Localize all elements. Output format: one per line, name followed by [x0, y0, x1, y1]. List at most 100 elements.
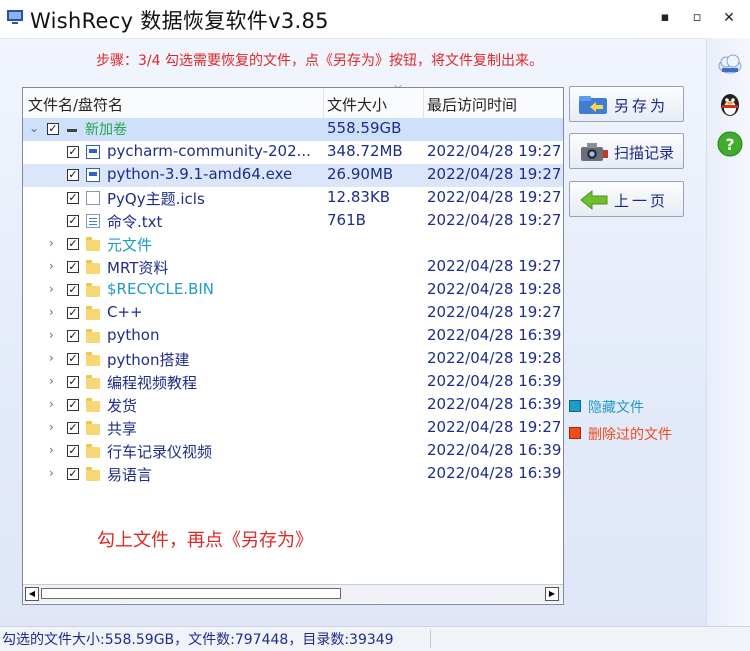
row-name: 共享 [107, 420, 138, 438]
folder-icon [86, 329, 100, 343]
column-separator[interactable] [323, 88, 324, 118]
exe-icon [86, 145, 100, 159]
sort-indicator-icon: ﹀ [394, 85, 402, 94]
exe-icon [86, 168, 100, 182]
row-checkbox[interactable]: ✓ [47, 123, 59, 135]
column-size-header[interactable]: 文件大小 [327, 94, 387, 115]
expand-chevron-icon[interactable]: › [49, 420, 54, 434]
row-name: pycharm-community-202... [107, 142, 311, 160]
tree-row[interactable]: ✓ 命令.txt 761B 2022/04/28 19:27: [23, 210, 563, 233]
previous-page-button[interactable]: 上一页 [569, 181, 684, 217]
tree-row[interactable]: › ✓ 共享 2022/04/28 19:27: [23, 417, 563, 440]
step-instruction: 步骤：3/4 勾选需要恢复的文件，点《另存为》按钮，将文件复制出来。 [96, 53, 543, 69]
row-checkbox[interactable]: ✓ [67, 238, 79, 250]
collapse-chevron-icon[interactable]: ⌄ [29, 121, 39, 135]
folder-icon [86, 260, 100, 274]
row-checkbox[interactable]: ✓ [67, 376, 79, 388]
column-name-header[interactable]: 文件名/盘符名 [28, 94, 123, 115]
file-icon [86, 191, 100, 205]
row-checkbox[interactable]: ✓ [67, 422, 79, 434]
folder-icon [86, 398, 100, 412]
scroll-left-arrow-icon[interactable]: ◀ [25, 587, 39, 601]
row-checkbox[interactable]: ✓ [67, 330, 79, 342]
legend-label: 删除过的文件 [588, 427, 672, 443]
row-name: python搭建 [107, 351, 190, 369]
tree-row[interactable]: › ✓ 易语言 2022/04/28 16:39: [23, 463, 563, 486]
expand-chevron-icon[interactable]: › [49, 282, 54, 296]
row-time: 2022/04/28 16:39: [427, 441, 561, 459]
scrollbar-thumb[interactable] [41, 588, 341, 599]
expand-chevron-icon[interactable]: › [49, 443, 54, 457]
previous-page-label: 上一页 [614, 192, 669, 210]
hint-text: 勾上文件，再点《另存为》 [97, 530, 313, 551]
qq-penguin-icon[interactable] [716, 90, 744, 118]
row-name: python [107, 326, 160, 344]
expand-chevron-icon[interactable]: › [49, 259, 54, 273]
column-header: 文件名/盘符名 文件大小 ﹀ 最后访问时间 [23, 85, 563, 119]
expand-chevron-icon[interactable]: › [49, 374, 54, 388]
tree-row[interactable]: › ✓ 编程视频教程 2022/04/28 16:39: [23, 371, 563, 394]
expand-chevron-icon[interactable]: › [49, 236, 54, 250]
row-checkbox[interactable]: ✓ [67, 215, 79, 227]
row-name: 易语言 [107, 466, 153, 484]
tree-row[interactable]: › ✓ python 2022/04/28 16:39: [23, 325, 563, 348]
selection-summary: 勾选的文件大小:558.59GB，文件数:797448，目录数:39349 [2, 632, 394, 648]
tree-row[interactable]: ✓ pycharm-community-202... 348.72MB 2022… [23, 141, 563, 164]
svg-text:?: ? [725, 135, 734, 154]
row-checkbox[interactable]: ✓ [67, 468, 79, 480]
expand-chevron-icon[interactable]: › [49, 397, 54, 411]
row-checkbox[interactable]: ✓ [67, 146, 79, 158]
folder-icon [86, 352, 100, 366]
tree-row-volume[interactable]: ⌄ ✓ 新加卷 558.59GB [23, 118, 563, 141]
row-checkbox[interactable]: ✓ [67, 192, 79, 204]
save-as-button[interactable]: 另存为 [569, 86, 684, 122]
tree-row[interactable]: › ✓ C++ 2022/04/28 19:27: [23, 302, 563, 325]
row-checkbox[interactable]: ✓ [67, 399, 79, 411]
tree-row[interactable]: ✓ PyQy主题.icls 12.83KB 2022/04/28 19:27: [23, 187, 563, 210]
row-name: 命令.txt [107, 213, 163, 231]
folder-icon [86, 306, 100, 320]
tree-row[interactable]: › ✓ $RECYCLE.BIN 2022/04/28 19:28: [23, 279, 563, 302]
help-icon[interactable]: ? [716, 130, 744, 158]
expand-chevron-icon[interactable]: › [49, 328, 54, 342]
row-name: 发货 [107, 397, 138, 415]
title-bar: WishRecy 数据恢复软件v3.85 ▪ ▫ ✕ [0, 0, 750, 39]
row-checkbox[interactable]: ✓ [67, 353, 79, 365]
row-checkbox[interactable]: ✓ [67, 284, 79, 296]
text-file-icon [86, 214, 100, 228]
scroll-right-arrow-icon[interactable]: ▶ [545, 587, 559, 601]
column-time-header[interactable]: 最后访问时间 [427, 94, 517, 115]
row-time: 2022/04/28 19:27: [427, 142, 561, 160]
scan-records-button[interactable]: 扫描记录 [569, 133, 684, 169]
close-button[interactable]: ✕ [719, 8, 739, 28]
minimize-button[interactable]: ▪ [655, 8, 675, 28]
tree-row[interactable]: › ✓ 发货 2022/04/28 16:39: [23, 394, 563, 417]
expand-chevron-icon[interactable]: › [49, 351, 54, 365]
expand-chevron-icon[interactable]: › [49, 305, 54, 319]
row-time: 2022/04/28 19:28: [427, 280, 561, 298]
expand-chevron-icon[interactable]: › [49, 466, 54, 480]
tree-row[interactable]: › ✓ 行车记录仪视频 2022/04/28 16:39: [23, 440, 563, 463]
row-time: 2022/04/28 16:39: [427, 395, 561, 413]
row-name: C++ [107, 303, 143, 321]
row-checkbox[interactable]: ✓ [67, 307, 79, 319]
row-size: 348.72MB [327, 142, 403, 160]
hidden-color-swatch [569, 400, 581, 412]
cloud-icon[interactable] [716, 50, 744, 78]
row-name: 新加卷 [85, 122, 127, 138]
folder-icon [86, 421, 100, 435]
folder-icon [86, 283, 100, 297]
tree-row[interactable]: ✓ python-3.9.1-amd64.exe 26.90MB 2022/04… [23, 164, 563, 187]
row-checkbox[interactable]: ✓ [67, 445, 79, 457]
camera-icon [581, 143, 608, 161]
row-checkbox[interactable]: ✓ [67, 261, 79, 273]
tree-row[interactable]: › ✓ python搭建 2022/04/28 19:28: [23, 348, 563, 371]
column-separator[interactable] [423, 88, 424, 118]
row-time: 2022/04/28 19:27: [427, 418, 561, 436]
row-checkbox[interactable]: ✓ [67, 169, 79, 181]
horizontal-scrollbar[interactable]: ◀ ▶ [23, 584, 563, 603]
tree-row[interactable]: › ✓ MRT资料 2022/04/28 19:27: [23, 256, 563, 279]
tree-row[interactable]: › ✓ 元文件 [23, 233, 563, 256]
row-time: 2022/04/28 16:39: [427, 372, 561, 390]
maximize-button[interactable]: ▫ [687, 8, 707, 28]
